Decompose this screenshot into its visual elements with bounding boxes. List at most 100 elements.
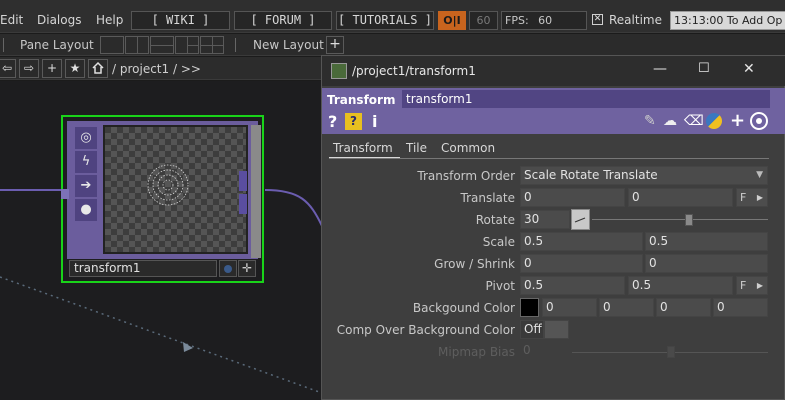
param-label: Mipmap Bias: [322, 343, 515, 363]
realtime-checkbox[interactable]: ✕: [592, 14, 603, 25]
pivot-y-field[interactable]: 0.5: [628, 276, 733, 295]
new-layout-label: New Layout: [253, 38, 324, 52]
layout-quad-button[interactable]: [200, 36, 224, 54]
mipmap-slider-handle[interactable]: [667, 346, 675, 358]
clear-icon[interactable]: ⌫: [684, 113, 704, 129]
input-connector[interactable]: [61, 189, 69, 199]
param-label: Pivot: [322, 277, 515, 297]
viewer-toggle-icon[interactable]: ◎: [75, 127, 97, 149]
mipmap-bias-field[interactable]: 0: [520, 342, 560, 361]
rotate-slider-handle[interactable]: [685, 214, 693, 226]
help-icon[interactable]: ?: [328, 112, 337, 131]
add-parameter-icon[interactable]: +: [730, 110, 745, 131]
operator-name-field[interactable]: transform1: [402, 90, 770, 108]
node-viewer[interactable]: [103, 125, 248, 254]
node-name-field[interactable]: transform1: [69, 260, 217, 277]
node-body: ◎ ϟ ➔ ●: [61, 121, 261, 259]
texture-preview: [147, 164, 189, 206]
layout-split-horizontal-button[interactable]: [150, 36, 174, 54]
layout-three-pane-button[interactable]: [175, 36, 199, 54]
output-wire: [264, 189, 323, 227]
layout-split-vertical-button[interactable]: [125, 36, 149, 54]
operator-app-icon: [331, 63, 347, 79]
translate-unit-button[interactable]: F ▶: [736, 188, 768, 207]
tab-common[interactable]: Common: [441, 141, 495, 155]
back-arrow-icon[interactable]: ⇦: [0, 59, 16, 78]
scale-label: Scale: [482, 235, 515, 249]
bg-color-swatch[interactable]: [520, 298, 539, 317]
output-connector[interactable]: [239, 194, 247, 214]
tab-tile[interactable]: Tile: [406, 141, 427, 155]
tab-divider: [329, 158, 769, 159]
tab-transform[interactable]: Transform: [333, 141, 393, 155]
add-icon[interactable]: +: [42, 59, 62, 78]
python-help-icon[interactable]: ?: [345, 113, 362, 130]
fps-value: 60: [538, 14, 553, 27]
perform-toggle-button[interactable]: O|I: [438, 11, 466, 30]
pivot-x-field[interactable]: 0.5: [520, 276, 625, 295]
display-flag-icon[interactable]: ➔: [75, 175, 97, 197]
maximize-icon[interactable]: ☐: [698, 61, 710, 76]
param-label: Grow / Shrink: [322, 255, 515, 275]
param-label: Scale: [322, 233, 515, 253]
mipmap-bias-label: Mipmap Bias: [438, 345, 515, 359]
close-icon[interactable]: ✕: [743, 61, 755, 77]
menu-help[interactable]: Help: [96, 13, 123, 27]
tutorials-button[interactable]: [ TUTORIALS ]: [336, 11, 434, 30]
operator-type-label: Transform: [327, 93, 396, 107]
divider: [235, 38, 236, 52]
comp-over-value: Off: [520, 320, 544, 339]
dialog-title-bar[interactable]: /project1/transform1 — ☐ ✕: [322, 56, 785, 86]
layout-single-button[interactable]: [100, 36, 124, 54]
chevron-right-icon: ▶: [756, 281, 763, 290]
python-icon[interactable]: [706, 113, 722, 129]
output-connector[interactable]: [239, 171, 247, 191]
forward-arrow-icon[interactable]: ⇨: [19, 59, 39, 78]
link-arrow-icon: [183, 342, 193, 352]
edit-icon[interactable]: ✎: [644, 113, 656, 129]
comment-icon[interactable]: ☁: [663, 113, 677, 129]
rotate-field[interactable]: 30: [520, 210, 570, 229]
scale-x-field[interactable]: 0.5: [520, 232, 643, 251]
translate-y-field[interactable]: 0: [628, 188, 733, 207]
translate-x-field[interactable]: 0: [520, 188, 625, 207]
grow-shrink-y-field[interactable]: 0: [645, 254, 768, 273]
bg-color-r-field[interactable]: 0: [542, 298, 597, 317]
bg-color-g-field[interactable]: 0: [599, 298, 654, 317]
lock-icon[interactable]: ●: [75, 199, 97, 221]
home-icon[interactable]: [88, 59, 108, 78]
bg-color-a-field[interactable]: 0: [713, 298, 768, 317]
target-icon[interactable]: [750, 112, 768, 130]
node-expand-icon[interactable]: ✛: [238, 260, 256, 277]
menu-dialogs[interactable]: Dialogs: [37, 13, 81, 27]
network-path[interactable]: / project1 / >>: [112, 62, 201, 76]
rotate-label: Rotate: [475, 213, 515, 227]
forum-button[interactable]: [ FORUM ]: [234, 11, 332, 30]
translate-label: Translate: [460, 191, 516, 205]
bg-color-label: Backgound Color: [412, 301, 515, 315]
transform-order-dropdown[interactable]: Scale Rotate Translate ▼: [520, 166, 768, 185]
new-layout-button[interactable]: +: [326, 36, 344, 54]
star-icon[interactable]: ★: [65, 59, 85, 78]
node-info-button[interactable]: [219, 260, 237, 277]
bypass-icon[interactable]: ϟ: [75, 151, 97, 173]
grow-shrink-x-field[interactable]: 0: [520, 254, 643, 273]
dialog-icon-row: ? ? i ✎ ☁ ⌫ +: [322, 110, 785, 134]
grow-shrink-label: Grow / Shrink: [434, 257, 515, 271]
rotate-angle-knob-icon[interactable]: [571, 209, 590, 230]
comp-over-toggle[interactable]: [544, 320, 569, 339]
transform-node[interactable]: ◎ ϟ ➔ ● transform1 ✛: [61, 115, 264, 283]
menu-edit[interactable]: Edit: [0, 13, 23, 27]
info-icon[interactable]: i: [372, 112, 377, 131]
fps-target-field[interactable]: 60: [469, 11, 498, 30]
scale-y-field[interactable]: 0.5: [645, 232, 768, 251]
dashed-link: [0, 276, 323, 394]
minimize-icon[interactable]: —: [653, 61, 667, 77]
pivot-unit-button[interactable]: F ▶: [736, 276, 768, 295]
timecode-field[interactable]: 13:13:00 To Add Op: [670, 11, 785, 30]
wiki-button[interactable]: [ WIKI ]: [131, 11, 230, 30]
menu-bar: Edit Dialogs Help [ WIKI ] [ FORUM ] [ T…: [0, 0, 785, 33]
fps-label: FPS:: [505, 14, 529, 27]
bg-color-b-field[interactable]: 0: [656, 298, 711, 317]
rotate-slider-track[interactable]: [592, 219, 768, 220]
